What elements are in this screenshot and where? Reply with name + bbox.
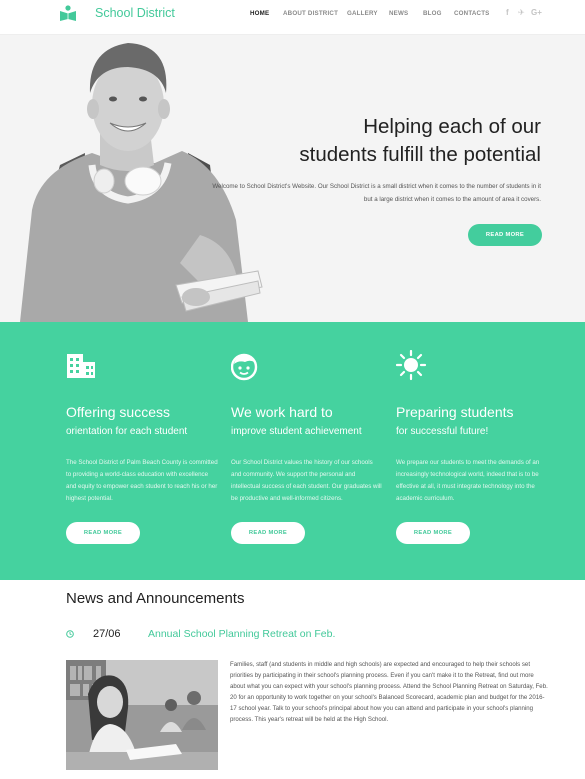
- news-text: Families, staff (and students in middle …: [230, 661, 548, 723]
- building-icon: [67, 354, 95, 378]
- news-heading: News and Announcements: [66, 590, 245, 607]
- feature-title: Offering success: [66, 404, 171, 420]
- site-logo-text[interactable]: School District: [95, 6, 175, 20]
- feature-read-more-button[interactable]: READ MORE: [231, 522, 305, 544]
- feature-preparing-students: Preparing students for successful future…: [396, 322, 551, 580]
- nav-gallery[interactable]: GALLERY: [347, 10, 378, 17]
- nav-about-district[interactable]: ABOUT DISTRICT: [283, 10, 338, 17]
- hero-title-line2: students fulfill the potential: [299, 143, 541, 166]
- clock-icon: [66, 630, 74, 638]
- news-section: News and Announcements 27/06 Annual Scho…: [0, 580, 585, 779]
- feature-text: We prepare our students to meet the dema…: [396, 459, 540, 502]
- hero-description: Welcome to School District's Website. Ou…: [212, 183, 541, 203]
- hero-read-more-button[interactable]: READ MORE: [468, 224, 542, 246]
- site-header: School District HOME ABOUT DISTRICT GALL…: [0, 0, 585, 35]
- hero-title: Helping each of our students fulfill the…: [299, 113, 541, 169]
- smiley-face-icon: [231, 353, 258, 381]
- nav-home[interactable]: HOME: [250, 10, 269, 17]
- feature-subtitle: orientation for each student: [66, 426, 188, 437]
- open-book-icon[interactable]: [59, 4, 77, 22]
- features-section: Offering success orientation for each st…: [0, 322, 585, 580]
- nav-blog[interactable]: BLOG: [423, 10, 442, 17]
- feature-text: Our School District values the history o…: [231, 459, 382, 502]
- hero-section: Helping each of our students fulfill the…: [0, 35, 585, 322]
- google-plus-icon[interactable]: G+: [531, 8, 542, 17]
- sun-icon: [396, 350, 427, 381]
- feature-subtitle: improve student achievement: [231, 426, 362, 437]
- feature-offering-success: Offering success orientation for each st…: [66, 322, 221, 580]
- feature-title: Preparing students: [396, 404, 514, 420]
- feature-work-hard: We work hard to improve student achievem…: [231, 322, 386, 580]
- feature-read-more-button[interactable]: READ MORE: [396, 522, 470, 544]
- news-title-link[interactable]: Annual School Planning Retreat on Feb.: [148, 628, 335, 640]
- news-classroom-image[interactable]: [66, 660, 218, 770]
- feature-subtitle: for successful future!: [396, 426, 489, 437]
- feature-title: We work hard to: [231, 404, 333, 420]
- facebook-icon[interactable]: f: [506, 8, 509, 17]
- news-date: 27/06: [93, 628, 121, 640]
- hero-title-line1: Helping each of our: [363, 115, 541, 138]
- twitter-icon[interactable]: ✈: [518, 8, 525, 17]
- nav-news[interactable]: NEWS: [389, 10, 408, 17]
- feature-read-more-button[interactable]: READ MORE: [66, 522, 140, 544]
- feature-text: The School District of Palm Beach County…: [66, 459, 218, 502]
- hero-student-image: [20, 43, 263, 322]
- nav-contacts[interactable]: CONTACTS: [454, 10, 490, 17]
